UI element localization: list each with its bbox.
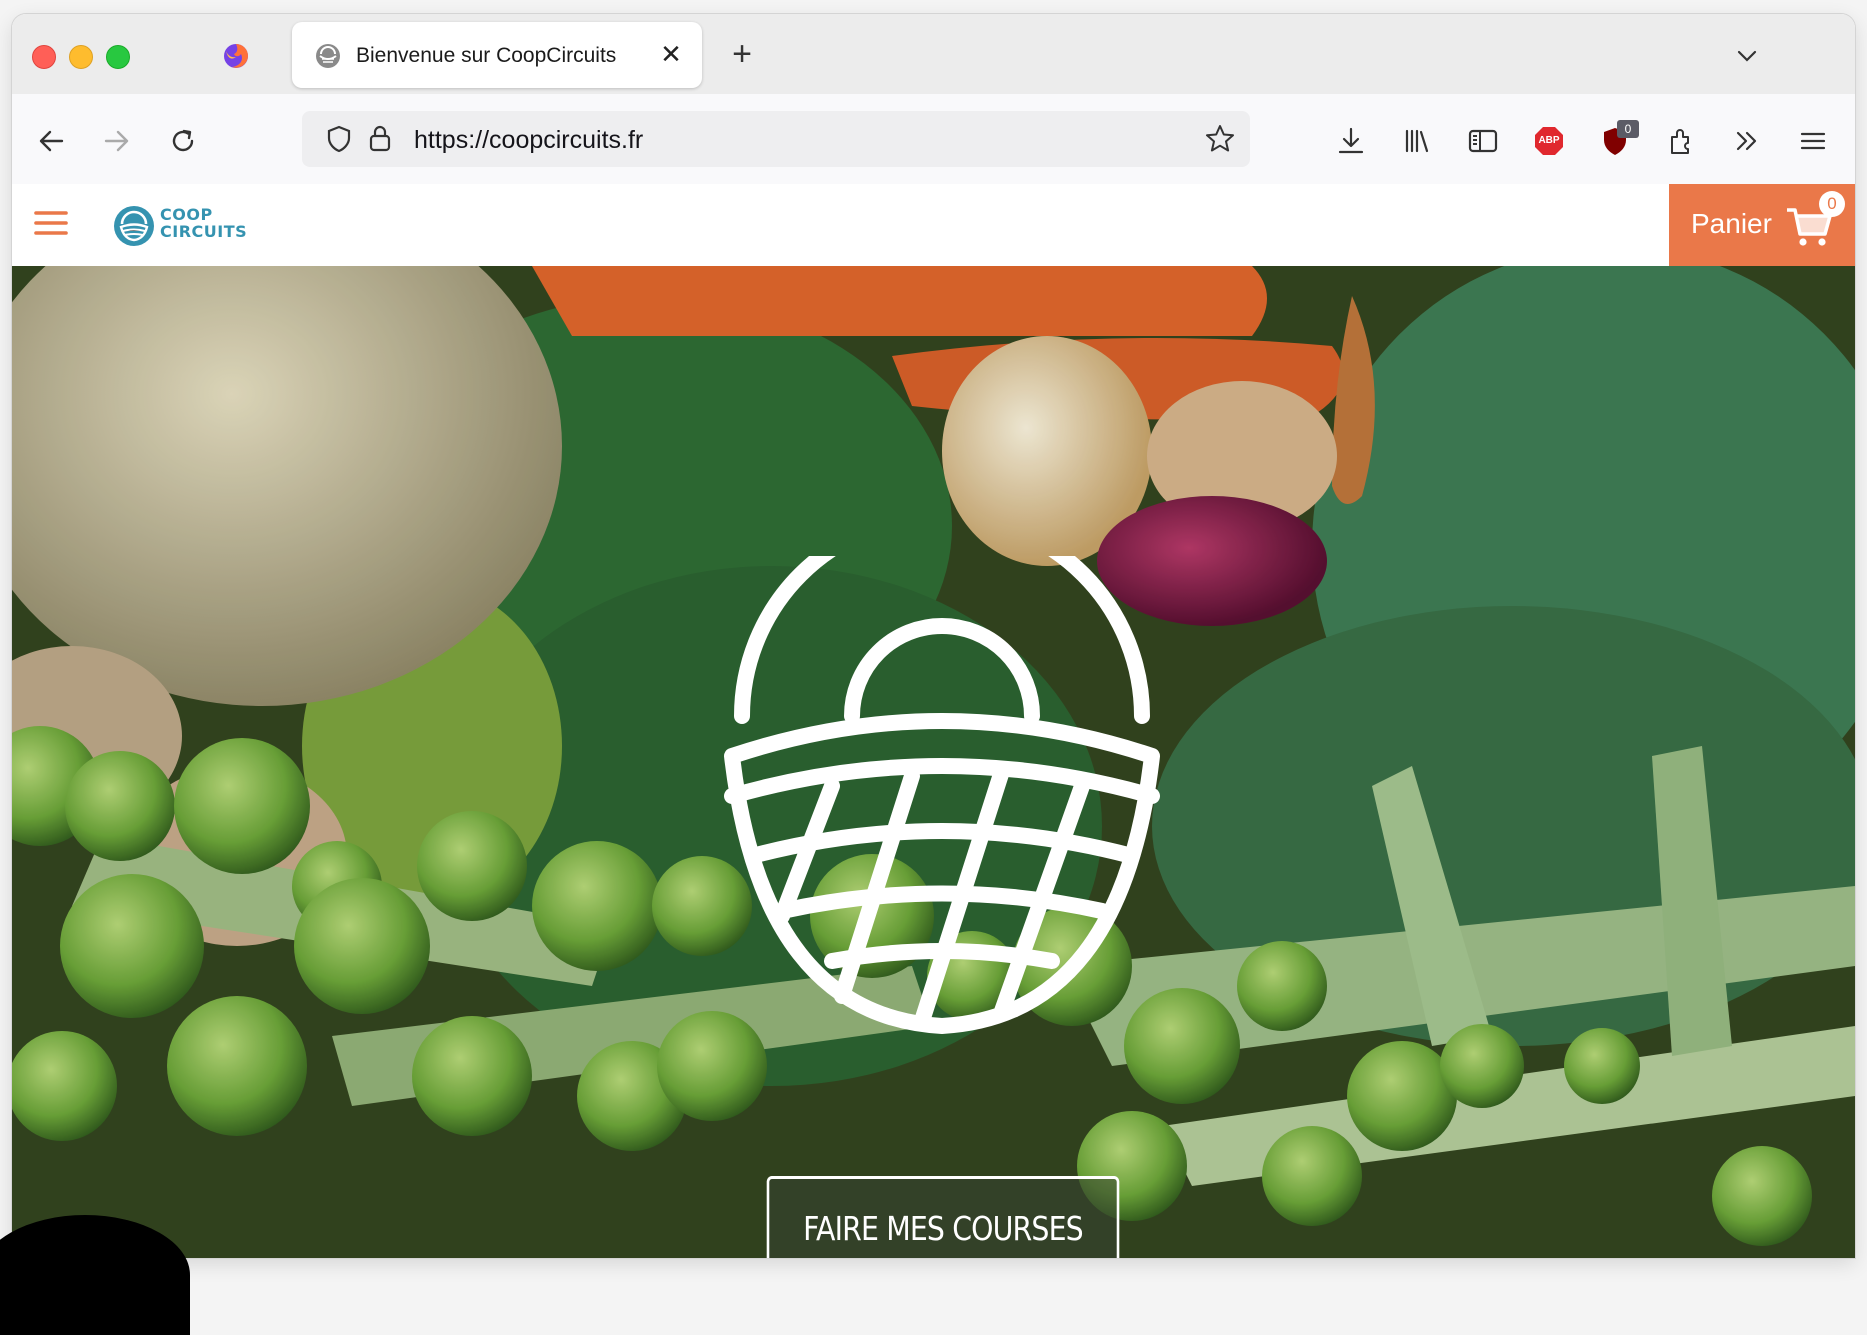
- active-tab[interactable]: Bienvenue sur CoopCircuits ✕: [292, 22, 702, 88]
- logo-wordmark: COOP CIRCUITS: [160, 206, 247, 240]
- tab-title: Bienvenue sur CoopCircuits: [356, 44, 617, 67]
- window-minimize-button[interactable]: [69, 45, 93, 69]
- url-bar[interactable]: https://coopcircuits.fr: [302, 111, 1250, 167]
- logo-line-circuits: CIRCUITS: [160, 222, 248, 241]
- coopcircuits-favicon-icon: [316, 44, 340, 68]
- navigation-toolbar: https://coopcircuits.fr ABP 0: [12, 94, 1855, 185]
- adblock-plus-label: ABP: [1538, 135, 1560, 146]
- window-maximize-button[interactable]: [106, 45, 130, 69]
- cart-button[interactable]: Panier 0: [1669, 184, 1855, 266]
- bookmark-star-icon[interactable]: [1204, 123, 1236, 155]
- ublock-badge: 0: [1617, 120, 1639, 138]
- shield-icon[interactable]: [324, 124, 354, 154]
- sidebar-icon[interactable]: [1466, 124, 1500, 158]
- extensions-icon[interactable]: [1664, 124, 1698, 158]
- url-text[interactable]: https://coopcircuits.fr: [414, 126, 643, 155]
- menu-hamburger-icon[interactable]: [34, 208, 68, 238]
- tab-close-icon[interactable]: ✕: [656, 39, 686, 69]
- new-tab-button[interactable]: +: [725, 37, 759, 72]
- shop-now-button[interactable]: FAIRE MES COURSES: [766, 1176, 1120, 1258]
- tab-strip: Bienvenue sur CoopCircuits ✕ +: [12, 14, 1855, 94]
- browser-window: Bienvenue sur CoopCircuits ✕ + https://c…: [12, 14, 1855, 1258]
- firefox-icon[interactable]: [222, 42, 250, 70]
- window-close-button[interactable]: [32, 45, 56, 69]
- site-header: COOP CIRCUITS Panier 0: [12, 184, 1855, 266]
- back-icon[interactable]: [34, 124, 68, 158]
- logo-line-coop: COOP: [160, 205, 213, 224]
- cart-count-badge: 0: [1819, 191, 1845, 217]
- forward-icon[interactable]: [100, 124, 134, 158]
- overflow-chevron-icon[interactable]: [1730, 124, 1764, 158]
- basket-logo-icon: [114, 206, 154, 246]
- basket-emblem-icon: [724, 556, 1160, 1034]
- coopcircuits-logo[interactable]: COOP CIRCUITS: [112, 198, 252, 254]
- app-menu-icon[interactable]: [1796, 124, 1830, 158]
- chevron-down-icon[interactable]: [1733, 42, 1761, 70]
- library-icon[interactable]: [1400, 124, 1434, 158]
- download-icon[interactable]: [1334, 124, 1368, 158]
- corner-avatar-overlay: [0, 1215, 190, 1335]
- cart-label: Panier: [1691, 208, 1772, 239]
- reload-icon[interactable]: [166, 124, 200, 158]
- lock-icon[interactable]: [366, 123, 394, 153]
- hero-section: FAIRE MES COURSES: [12, 266, 1855, 1258]
